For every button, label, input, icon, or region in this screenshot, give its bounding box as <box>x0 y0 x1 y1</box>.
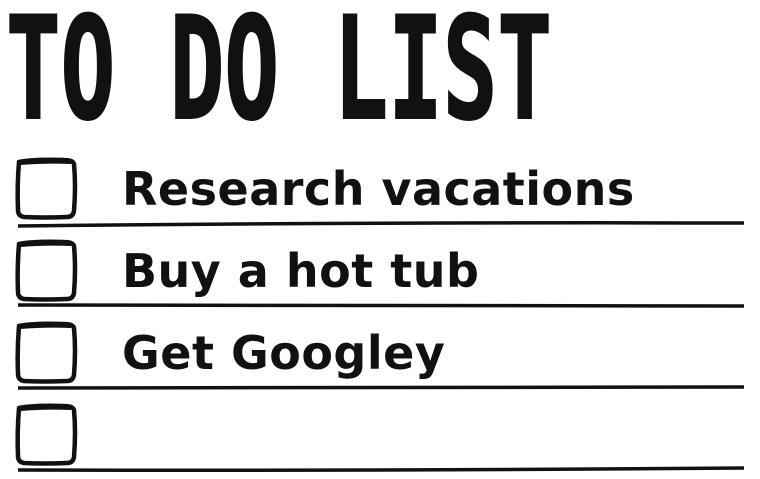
checkbox[interactable] <box>14 320 80 386</box>
checkbox-square-icon <box>15 239 78 302</box>
todo-item[interactable] <box>0 394 760 476</box>
checkbox-square-icon <box>15 157 78 220</box>
divider-line <box>18 301 744 309</box>
todo-item[interactable]: Get Googley <box>0 312 760 394</box>
divider-line <box>18 383 744 391</box>
checkbox[interactable] <box>14 156 80 222</box>
divider-line <box>18 220 744 228</box>
checkbox[interactable] <box>14 238 80 304</box>
todo-item-label: Research vacations <box>122 162 635 216</box>
todo-item[interactable]: Research vacations <box>0 148 760 230</box>
todo-item-label: Get Googley <box>122 326 446 380</box>
checkbox-square-icon <box>15 403 78 466</box>
list-title-text: TO DO LIST <box>6 4 552 132</box>
list-title: TO DO LIST <box>6 4 746 132</box>
checkbox[interactable] <box>14 402 80 468</box>
divider-line <box>18 465 744 473</box>
checkbox-square-icon <box>15 321 78 384</box>
todo-item-label: Buy a hot tub <box>122 244 480 298</box>
todo-item[interactable]: Buy a hot tub <box>0 230 760 312</box>
